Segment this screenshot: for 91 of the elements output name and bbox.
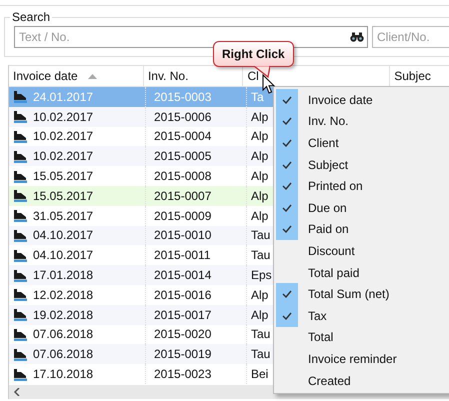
- table-cell: Alp: [251, 188, 268, 203]
- table-cell: 2015-0009: [154, 208, 212, 223]
- tray-icon: [13, 189, 27, 202]
- tray-icon: [13, 268, 27, 282]
- table-cell: 2015-0014: [154, 268, 212, 282]
- table-cell: 2015-0011: [154, 248, 210, 262]
- table-cell: Bei: [251, 367, 268, 382]
- menu-item[interactable]: Due on: [274, 196, 449, 219]
- table-cell: 10.02.2017: [33, 110, 94, 124]
- menu-item[interactable]: Paid on: [274, 218, 449, 240]
- table-cell: Tau: [251, 228, 270, 242]
- table-cell: 04.10.2017: [33, 228, 94, 242]
- tray-icon: [13, 308, 27, 322]
- table-cell: Alp: [251, 288, 268, 302]
- table-cell: 07.06.2018: [33, 347, 94, 362]
- menu-item[interactable]: Invoice date: [274, 89, 449, 111]
- table-cell: Alp: [251, 110, 268, 124]
- client-field[interactable]: Client/No.: [372, 26, 449, 48]
- table-cell: 2015-0020: [154, 327, 212, 342]
- table-cell: Alp: [251, 308, 268, 322]
- table-cell: 2015-0016: [154, 288, 212, 302]
- table-cell: Alp: [251, 169, 268, 184]
- table-cell: 17.10.2018: [33, 367, 94, 382]
- table-cell: 12.02.2018: [33, 288, 94, 302]
- binoculars-icon[interactable]: [350, 32, 364, 42]
- menu-item[interactable]: Subject: [274, 154, 449, 176]
- menu-item[interactable]: Tax: [274, 304, 449, 327]
- tray-icon: [13, 209, 27, 222]
- tray-icon: [13, 228, 27, 242]
- table-cell: 2015-0007: [154, 188, 212, 203]
- table-cell: 2015-0004: [154, 129, 212, 144]
- search-label: Search: [11, 10, 52, 24]
- table-cell: Tau: [251, 347, 270, 362]
- table-cell: 2015-0019: [154, 347, 212, 362]
- menu-item[interactable]: Inv. No.: [274, 110, 449, 132]
- table-cell: 2015-0006: [154, 110, 212, 124]
- menu-item[interactable]: Printed on: [274, 175, 449, 197]
- checkmark-icon: [282, 138, 292, 147]
- table-cell: 24.01.2017: [33, 90, 94, 104]
- table-cell: Alp: [251, 208, 268, 223]
- table-cell: Alp: [251, 149, 268, 164]
- cursor-icon: [262, 74, 276, 95]
- table-cell: 2015-0023: [154, 367, 212, 382]
- table-cell: 31.05.2017: [33, 208, 94, 223]
- checkmark-icon: [282, 225, 292, 234]
- tray-icon: [13, 368, 27, 381]
- checkmark-icon: [282, 117, 292, 126]
- menu-item[interactable]: Total Sum (net): [274, 283, 449, 305]
- table-cell: 10.02.2017: [33, 129, 94, 144]
- menu-item[interactable]: Discount: [274, 240, 449, 262]
- table-cell: Tau: [251, 327, 270, 342]
- table-cell: 15.05.2017: [33, 188, 94, 203]
- checkmark-icon: [282, 96, 292, 104]
- scroll-left-icon[interactable]: [13, 388, 21, 396]
- tray-icon: [13, 248, 27, 262]
- table-cell: 07.06.2018: [33, 327, 94, 342]
- table-cell: 2015-0017: [154, 308, 212, 322]
- menu-item[interactable]: Invoice reminder: [274, 348, 449, 370]
- menu-item[interactable]: Total paid: [274, 262, 449, 284]
- menu-item[interactable]: Total: [274, 326, 449, 348]
- table-cell: 2015-0003: [154, 90, 212, 104]
- table-cell: Ta: [251, 90, 264, 104]
- tray-icon: [13, 130, 27, 143]
- table-cell: 10.02.2017: [33, 149, 94, 164]
- checkmark-icon: [282, 204, 292, 212]
- tray-icon: [13, 110, 27, 124]
- callout-bubble: Right Click: [213, 41, 294, 67]
- search-field[interactable]: Text / No.: [14, 26, 368, 48]
- tray-icon: [13, 328, 27, 341]
- checkmark-icon: [282, 160, 292, 169]
- checkmark-icon: [282, 182, 292, 190]
- tray-icon: [13, 288, 27, 302]
- table-cell: Alp: [251, 129, 268, 144]
- table-cell: 2015-0010: [154, 228, 212, 242]
- column-header[interactable]: Invoice date: [9, 66, 144, 86]
- checkmark-icon: [282, 312, 292, 320]
- table-cell: Tau: [251, 248, 270, 262]
- table-cell: Eps: [251, 268, 272, 282]
- tray-icon: [13, 348, 27, 361]
- table-cell: 17.01.2018: [33, 268, 94, 282]
- tray-icon: [13, 150, 27, 163]
- checkmark-icon: [282, 290, 292, 298]
- table-cell: 2015-0005: [154, 149, 212, 164]
- table-cell: 2015-0008: [154, 169, 212, 184]
- table-cell: 19.02.2018: [33, 308, 94, 322]
- table-cell: 04.10.2017: [33, 248, 94, 262]
- tray-icon: [13, 90, 27, 104]
- table-cell: 15.05.2017: [33, 169, 94, 184]
- tray-icon: [13, 170, 27, 183]
- menu-item[interactable]: Client: [274, 132, 449, 154]
- menu-item[interactable]: Created: [274, 370, 449, 392]
